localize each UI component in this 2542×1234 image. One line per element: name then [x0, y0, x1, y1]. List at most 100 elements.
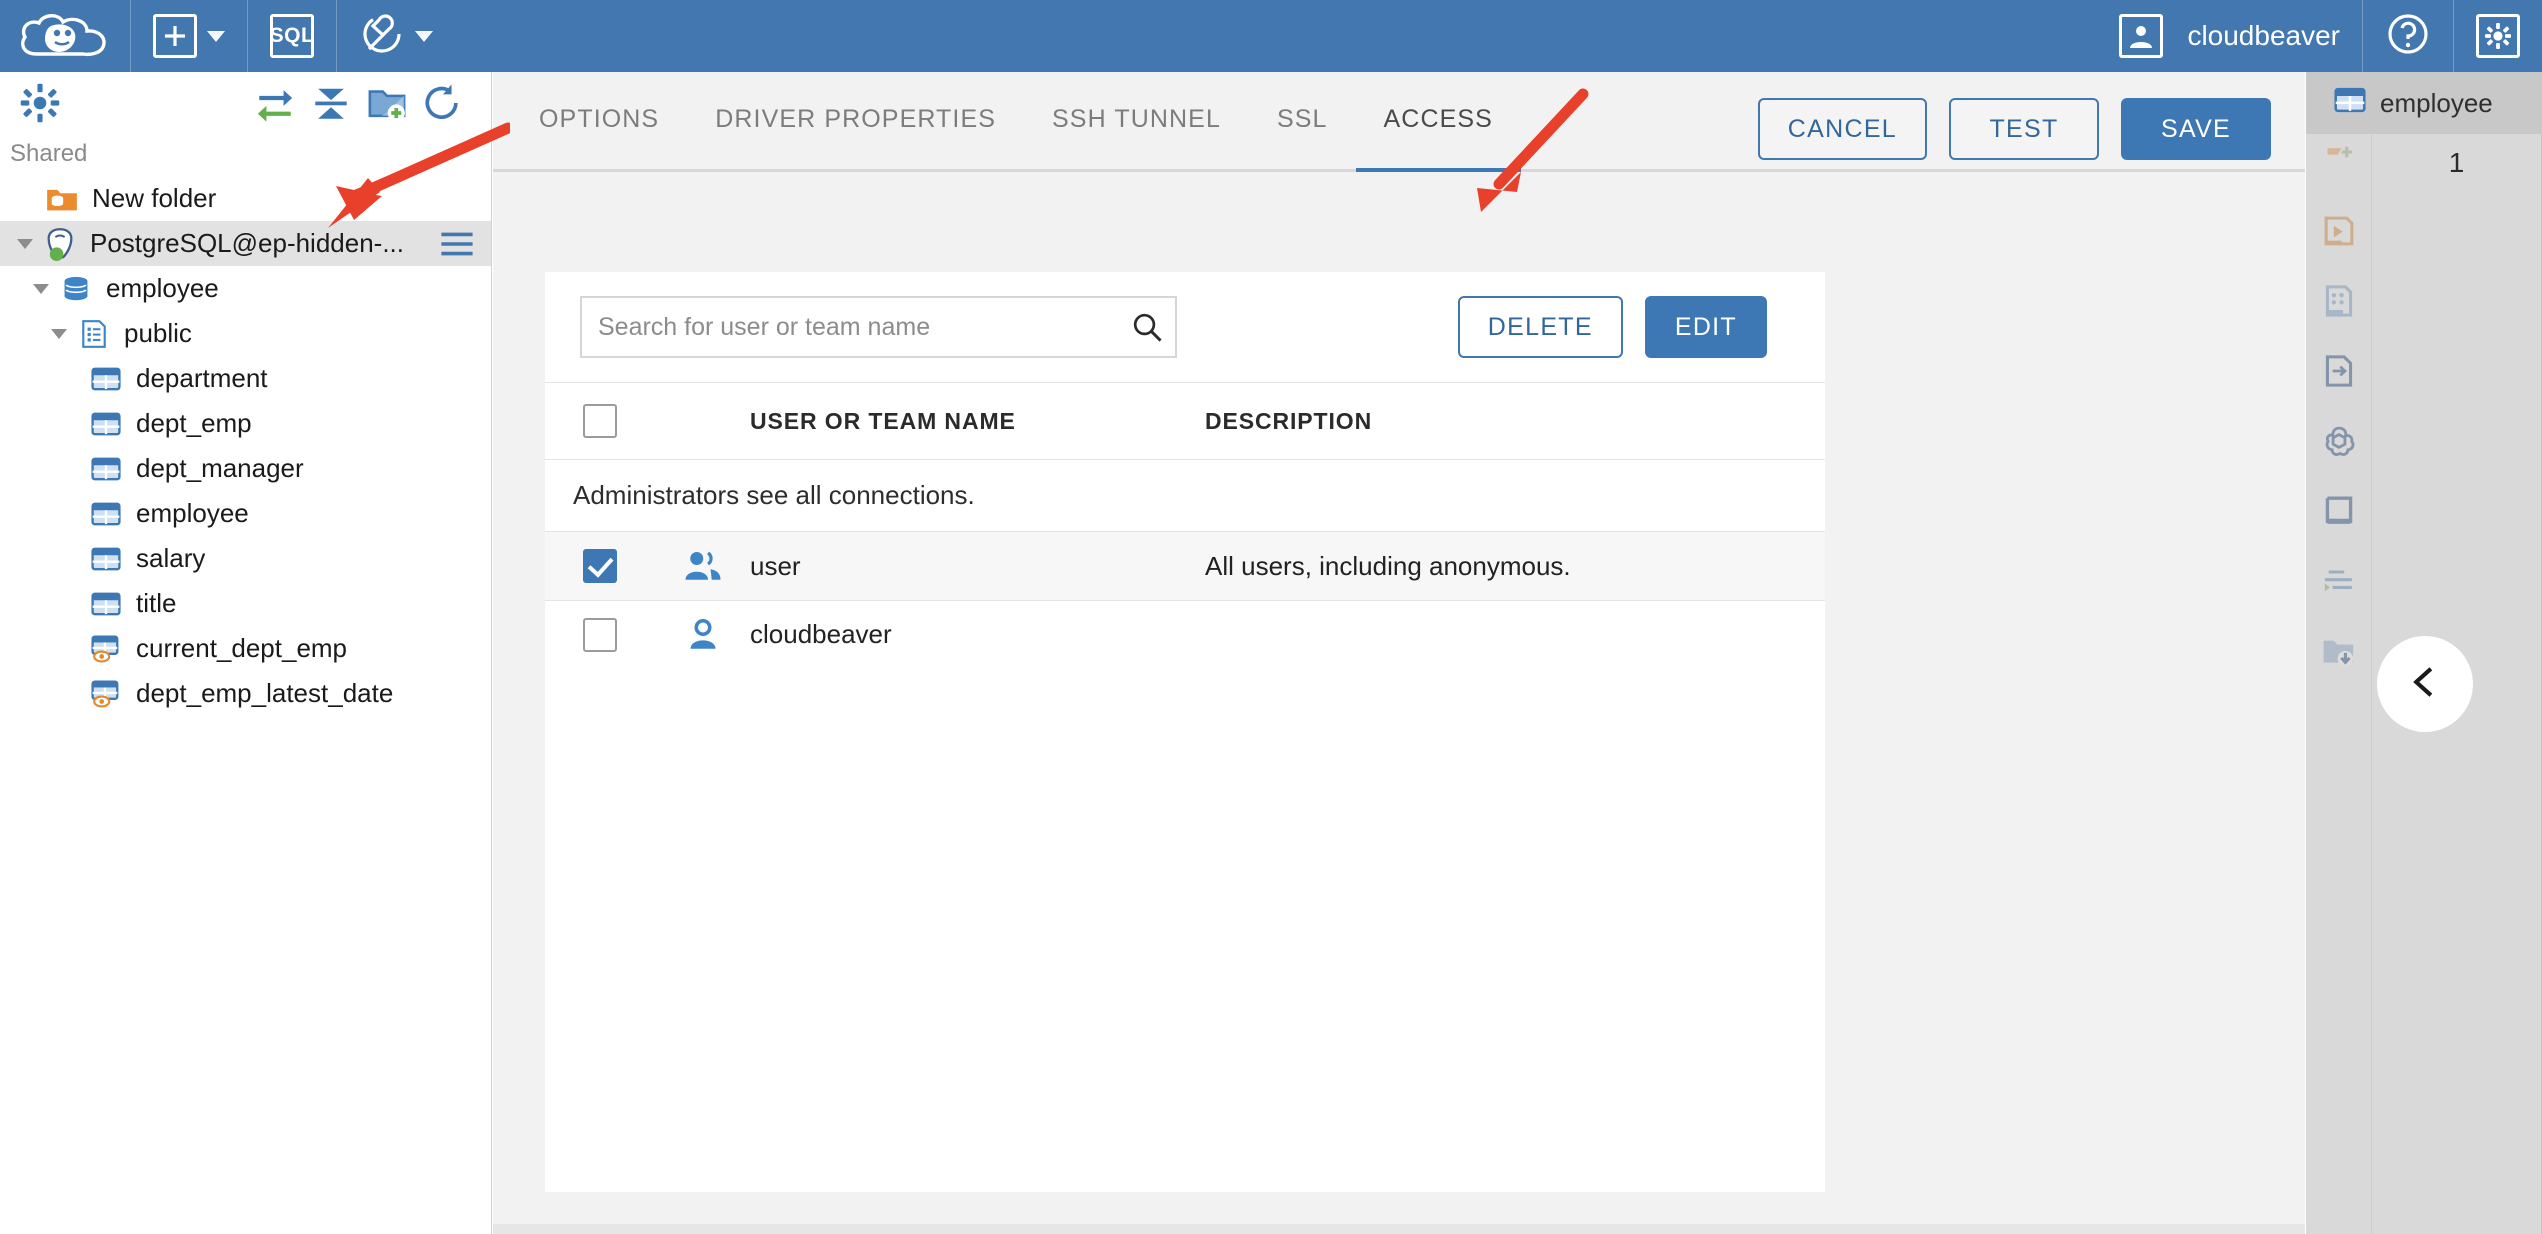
team-group-icon	[655, 548, 750, 584]
row-checkbox[interactable]	[583, 617, 617, 652]
view-icon	[86, 634, 126, 664]
tree-row-view-dept-emp-latest-date[interactable]: dept_emp_latest_date	[0, 671, 491, 716]
download-folder-icon[interactable]	[2316, 628, 2362, 674]
tab-ssl[interactable]: SSL	[1249, 69, 1356, 169]
access-table-header: USER OR TEAM NAME DESCRIPTION	[545, 382, 1825, 460]
row-checkbox-cell	[545, 617, 655, 652]
add-folder-icon[interactable]	[359, 75, 415, 131]
tree-row-table-title[interactable]: title	[0, 581, 491, 626]
tree-row-table-salary[interactable]: salary	[0, 536, 491, 581]
column-header-description: DESCRIPTION	[1205, 407, 1373, 434]
admin-note-row: Administrators see all connections.	[545, 460, 1825, 532]
schema-icon	[74, 319, 114, 349]
tree-row-table-department[interactable]: department	[0, 356, 491, 401]
new-connection-button[interactable]	[131, 0, 247, 72]
tools-button[interactable]	[337, 0, 455, 72]
refresh-icon[interactable]	[415, 75, 471, 131]
access-toolbar: DELETE EDIT	[545, 272, 1825, 382]
tree-item-label: dept_manager	[136, 453, 304, 483]
sql-editor-button[interactable]: SQL	[248, 0, 336, 72]
table-icon	[86, 454, 126, 484]
table-row[interactable]: cloudbeaver	[545, 600, 1825, 668]
table-icon	[2334, 85, 2366, 122]
select-all-checkbox-cell	[545, 404, 655, 438]
table-icon	[86, 409, 126, 439]
chevron-down-icon[interactable]	[10, 238, 40, 249]
table-row[interactable]: user All users, including anonymous.	[545, 532, 1825, 600]
sql-panel-icon[interactable]	[2316, 488, 2362, 534]
collapse-all-icon[interactable]	[303, 75, 359, 131]
sidebar-toolbar	[0, 72, 491, 134]
tree-row-table-dept-manager[interactable]: dept_manager	[0, 446, 491, 491]
chevron-down-icon	[415, 30, 433, 42]
flag-add-icon[interactable]	[2316, 138, 2362, 184]
sync-connections-icon[interactable]	[247, 75, 303, 131]
grid-data-icon[interactable]	[2316, 278, 2362, 324]
row-name: user	[750, 550, 801, 581]
tree-row-view-current-dept-emp[interactable]: current_dept_emp	[0, 626, 491, 671]
chevron-down-icon[interactable]	[26, 283, 56, 294]
tree-row-table-employee[interactable]: employee	[0, 491, 491, 536]
chevron-down-icon[interactable]	[44, 328, 74, 339]
editor-action-buttons: CANCEL TEST SAVE	[1757, 98, 2271, 160]
table-icon	[86, 544, 126, 574]
tab-driver-properties[interactable]: DRIVER PROPERTIES	[687, 69, 1024, 169]
question-circle-icon	[2385, 11, 2431, 62]
row-checkbox-cell	[545, 549, 655, 583]
tree-row-table-dept-emp[interactable]: dept_emp	[0, 401, 491, 446]
column-header-name: USER OR TEAM NAME	[750, 407, 1016, 434]
log-list-icon[interactable]	[2316, 558, 2362, 604]
tree-row-schema-public[interactable]: public	[0, 311, 491, 356]
user-menu-button[interactable]: cloudbeaver	[2097, 0, 2362, 72]
postgresql-connected-icon	[40, 227, 80, 261]
delete-button[interactable]: DELETE	[1457, 296, 1623, 358]
search-input[interactable]	[582, 312, 1119, 342]
user-name-label: cloudbeaver	[2187, 20, 2340, 51]
result-tab-employee[interactable]: employee	[2306, 72, 2542, 134]
tab-ssh-tunnel[interactable]: SSH TUNNEL	[1024, 69, 1249, 169]
shared-section-label: Shared	[10, 140, 88, 167]
result-tab-label: employee	[2380, 87, 2493, 118]
chevron-down-icon	[207, 30, 225, 42]
settings-button[interactable]	[2454, 0, 2542, 72]
bottom-strip	[493, 1224, 2305, 1234]
plus-box-icon	[153, 14, 197, 58]
edit-button[interactable]: EDIT	[1644, 296, 1767, 358]
table-icon	[86, 499, 126, 529]
save-button[interactable]: SAVE	[2121, 98, 2271, 160]
tree-item-label: current_dept_emp	[136, 633, 348, 663]
openai-icon[interactable]	[2316, 418, 2362, 464]
row-description: All users, including anonymous.	[1205, 550, 1571, 581]
select-all-checkbox[interactable]	[583, 404, 617, 438]
cloudbeaver-logo-icon[interactable]	[0, 0, 130, 72]
tab-access[interactable]: ACCESS	[1355, 69, 1522, 172]
table-icon	[86, 589, 126, 619]
tab-options[interactable]: OPTIONS	[511, 69, 687, 169]
tree-item-label: public	[124, 318, 192, 348]
gear-icon[interactable]	[12, 75, 68, 131]
row-name: cloudbeaver	[750, 619, 892, 649]
postgresql-connection-tree-row[interactable]: PostgreSQL@ep-hidden-...	[0, 221, 491, 266]
connection-tabs: OPTIONS DRIVER PROPERTIES SSH TUNNEL SSL…	[493, 72, 2305, 172]
chevron-left-icon	[2403, 660, 2447, 709]
search-icon[interactable]	[1119, 297, 1175, 357]
tree-row-new-folder[interactable]: New folder	[0, 176, 491, 221]
tree-row-database-employee[interactable]: employee	[0, 266, 491, 311]
row-checkbox[interactable]	[583, 549, 617, 583]
wrench-circle-icon	[359, 11, 405, 62]
single-user-icon	[655, 617, 750, 653]
collapse-panel-button[interactable]	[2377, 636, 2473, 732]
help-button[interactable]	[2363, 0, 2453, 72]
test-button[interactable]: TEST	[1949, 98, 2099, 160]
tree-item-label: employee	[106, 273, 219, 303]
tree-item-label: salary	[136, 543, 206, 573]
tree-item-label: title	[136, 588, 177, 618]
navigation-sidebar: Shared New folder PostgreSQL@ep-hidden-.…	[0, 72, 492, 1234]
result-cell-value[interactable]: 1	[2372, 134, 2541, 192]
search-field-wrapper	[580, 296, 1177, 358]
hamburger-menu-icon[interactable]	[439, 229, 475, 259]
cancel-button[interactable]: CANCEL	[1757, 98, 1927, 160]
run-script-icon[interactable]	[2316, 208, 2362, 254]
export-document-icon[interactable]	[2316, 348, 2362, 394]
sql-label: SQL	[269, 24, 315, 47]
